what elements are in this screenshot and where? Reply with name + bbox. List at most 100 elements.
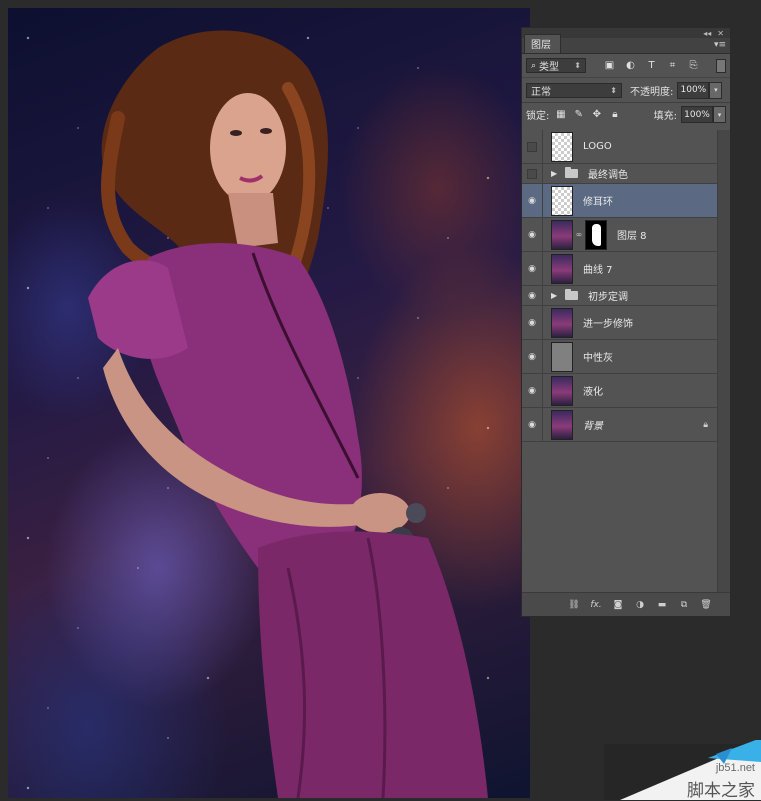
eye-icon: ◉ [528, 195, 536, 206]
layer-thumbnail [551, 341, 573, 372]
collapse-icon[interactable]: ◂◂ [703, 29, 711, 38]
layer-thumbnail [551, 219, 573, 250]
layer-thumbnail [551, 131, 573, 162]
layer-group-final-grading[interactable]: ▶ 最终调色 [522, 164, 718, 184]
eye-icon: ◉ [528, 351, 536, 362]
lock-transparent-icon[interactable]: ▦ [555, 109, 566, 120]
visibility-off-box [527, 168, 537, 179]
lock-all-icon[interactable]: 🔒︎ [609, 109, 620, 120]
chevron-down-icon: ⬍ [574, 61, 581, 70]
watermark-name: 脚本之家 [687, 781, 755, 801]
lock-image-icon[interactable]: ✎ [573, 109, 584, 120]
folder-icon [565, 289, 578, 300]
opacity-input[interactable]: 100% [677, 81, 710, 99]
layer-name: 曲线 7 [583, 265, 613, 276]
visibility-toggle[interactable] [522, 130, 543, 163]
eye-icon: ◉ [528, 317, 536, 328]
fx-icon[interactable]: fx. [588, 598, 604, 612]
opacity-slider-button[interactable]: ▾ [709, 81, 723, 99]
layers-list: LOGO ▶ 最终调色 ◉ 修耳环 ◉ ∞ 图层 8 ◉ 曲线 7 ◉ ▶ 初步… [522, 130, 718, 592]
model-photo [88, 30, 488, 798]
watermark-url: jb51.net [715, 762, 755, 774]
new-layer-icon[interactable]: ⧉ [676, 598, 692, 612]
layer-liquify[interactable]: ◉ 液化 [522, 374, 718, 408]
layer-8[interactable]: ◉ ∞ 图层 8 [522, 218, 718, 252]
layer-logo[interactable]: LOGO [522, 130, 718, 164]
layers-panel: ◂◂ ✕ 图层 ▾≡ ⌕ 类型 ⬍ ▣ ◐ T ⌗ ⎘ 正常 ⬍ 不透明度: 1… [521, 27, 731, 617]
filter-smartobject-icon[interactable]: ⎘ [688, 60, 699, 71]
eye-icon: ◉ [528, 419, 536, 430]
layer-name: 液化 [583, 387, 603, 398]
fill-label: 填充: [653, 111, 677, 122]
lock-position-icon[interactable]: ✥ [591, 109, 602, 120]
layer-curves-7[interactable]: ◉ 曲线 7 [522, 252, 718, 286]
document-canvas[interactable] [8, 8, 530, 798]
expand-arrow-icon[interactable]: ▶ [551, 291, 561, 300]
layer-mask-thumbnail[interactable] [585, 219, 607, 250]
new-group-icon[interactable]: ▬ [654, 598, 670, 612]
panel-footer: ⛓ fx. ◙ ◑ ▬ ⧉ 🗑︎ [522, 592, 730, 616]
fill-slider-button[interactable]: ▾ [713, 106, 726, 123]
layer-name: 进一步修饰 [583, 319, 633, 330]
search-icon: ⌕ [531, 60, 537, 71]
add-mask-icon[interactable]: ◙ [610, 598, 626, 612]
filter-kind-label: 类型 [539, 62, 560, 73]
filter-pixel-icon[interactable]: ▣ [604, 60, 615, 71]
watermark: jb51.net 脚本之家 [620, 740, 761, 801]
filter-type-icon[interactable]: T [646, 60, 657, 71]
close-icon[interactable]: ✕ [717, 29, 724, 38]
expand-arrow-icon[interactable]: ▶ [551, 169, 561, 178]
layer-background[interactable]: ◉ 背景 🔒︎ [522, 408, 718, 442]
layer-name: 修耳环 [583, 197, 613, 208]
layer-thumbnail [551, 253, 573, 284]
layer-further-retouch[interactable]: ◉ 进一步修饰 [522, 306, 718, 340]
blend-mode-select[interactable]: 正常 ⬍ [526, 82, 622, 98]
blend-mode-value: 正常 [531, 86, 551, 98]
layers-scrollbar[interactable] [717, 130, 730, 592]
trash-icon[interactable]: 🗑︎ [698, 598, 714, 612]
panel-tab-row: 图层 ▾≡ [522, 34, 730, 54]
tab-layers[interactable]: 图层 [524, 34, 561, 53]
visibility-toggle[interactable] [522, 164, 543, 183]
visibility-off-box [527, 141, 537, 152]
panel-menu-icon[interactable]: ▾≡ [714, 40, 726, 50]
visibility-toggle[interactable]: ◉ [522, 286, 543, 305]
layer-thumbnail [551, 185, 573, 216]
visibility-toggle[interactable]: ◉ [522, 340, 543, 373]
visibility-toggle[interactable]: ◉ [522, 184, 543, 217]
visibility-toggle[interactable]: ◉ [522, 374, 543, 407]
folder-icon [565, 167, 578, 178]
visibility-toggle[interactable]: ◉ [522, 408, 543, 441]
layer-name: 图层 8 [617, 231, 647, 242]
layer-name: 背景 [583, 421, 603, 432]
layer-name: 最终调色 [588, 170, 628, 181]
eye-icon: ◉ [528, 290, 536, 301]
layer-thumbnail [551, 307, 573, 338]
link-layers-icon[interactable]: ⛓ [566, 598, 582, 612]
layer-name: 中性灰 [583, 353, 613, 364]
lock-row: 锁定: ▦ ✎ ✥ 🔒︎ 填充: 100% ▾ [522, 102, 730, 126]
visibility-toggle[interactable]: ◉ [522, 306, 543, 339]
eye-icon: ◉ [528, 263, 536, 274]
chevron-down-icon: ⬍ [610, 85, 617, 95]
eye-icon: ◉ [528, 229, 536, 240]
layer-neutral-gray[interactable]: ◉ 中性灰 [522, 340, 718, 374]
link-icon[interactable]: ∞ [575, 230, 583, 239]
filter-adjustment-icon[interactable]: ◐ [625, 60, 636, 71]
layer-name: 初步定调 [588, 292, 628, 303]
opacity-label: 不透明度: [630, 86, 674, 98]
fill-input[interactable]: 100% [681, 106, 713, 123]
eye-icon: ◉ [528, 385, 536, 396]
layer-group-initial-tone[interactable]: ◉ ▶ 初步定调 [522, 286, 718, 306]
blend-row: 正常 ⬍ 不透明度: 100% ▾ [522, 78, 730, 102]
layer-name: LOGO [583, 141, 612, 152]
lock-label: 锁定: [526, 111, 550, 122]
visibility-toggle[interactable]: ◉ [522, 252, 543, 285]
visibility-toggle[interactable]: ◉ [522, 218, 543, 251]
filter-kind-select[interactable]: ⌕ 类型 ⬍ [526, 58, 586, 73]
adjustment-layer-icon[interactable]: ◑ [632, 598, 648, 612]
filter-toggle[interactable] [716, 58, 726, 73]
layer-earring-retouch[interactable]: ◉ 修耳环 [522, 184, 718, 218]
filter-shape-icon[interactable]: ⌗ [667, 60, 678, 71]
lock-icon: 🔒︎ [703, 419, 708, 430]
